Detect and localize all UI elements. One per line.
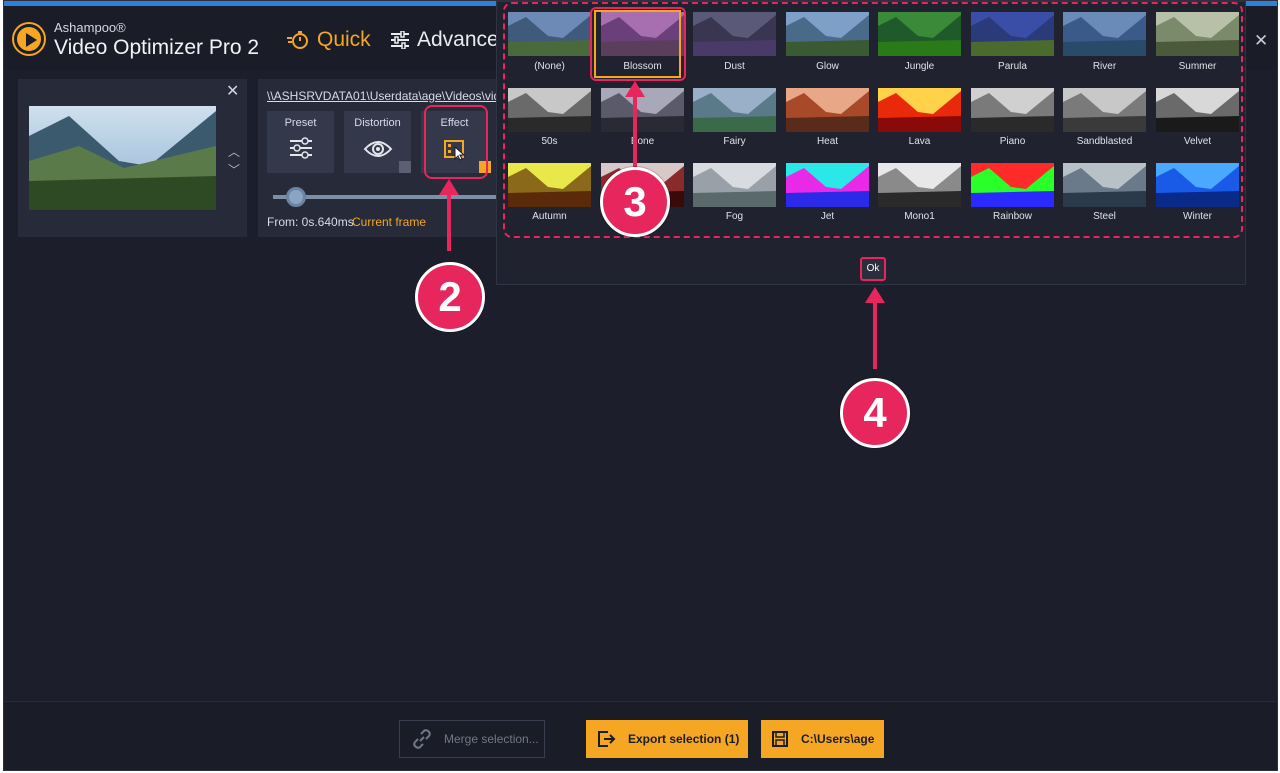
arrow-4-shaft bbox=[873, 299, 877, 369]
preset-sliders-icon bbox=[289, 137, 312, 159]
export-icon bbox=[598, 731, 616, 747]
effect-picker-popup: (None) Blossom Dust Glow Jungle Parula River Su… bbox=[496, 1, 1246, 285]
move-up-icon[interactable]: ︿ bbox=[228, 143, 240, 160]
arrow-3-shaft bbox=[633, 91, 637, 167]
current-frame-link[interactable]: Current frame bbox=[352, 215, 426, 229]
distortion-indicator bbox=[399, 161, 411, 173]
window-close-icon[interactable]: ✕ bbox=[1254, 31, 1268, 51]
app-window: Ashampoo® Video Optimizer Pro 2 Quick Ad… bbox=[3, 0, 1278, 771]
bottom-action-bar: Merge selection... Export selection (1) … bbox=[4, 701, 1277, 770]
sliders-icon bbox=[391, 31, 409, 49]
app-logo-icon bbox=[14, 24, 44, 54]
preset-label: Preset bbox=[284, 117, 317, 129]
arrow-3-head bbox=[625, 81, 645, 97]
distortion-button[interactable]: Distortion bbox=[344, 111, 411, 173]
video-thumbnail bbox=[29, 106, 216, 210]
arrow-4-head bbox=[865, 287, 885, 303]
output-folder-label: C:\Users\age bbox=[801, 732, 875, 746]
ok-button[interactable]: Ok bbox=[860, 257, 886, 281]
file-path-link[interactable]: \\ASHSRVDATA01\Userdata\age\Videos\vide bbox=[267, 89, 507, 103]
arrow-2-shaft bbox=[447, 191, 451, 251]
effect-button-annotation bbox=[424, 105, 488, 179]
video-item-card[interactable]: ✕ ︿ ﹀ bbox=[18, 79, 247, 237]
export-label: Export selection (1) bbox=[628, 732, 740, 746]
from-time-label: From: 0s.640ms bbox=[267, 215, 354, 229]
nav-advanced-label: Advance bbox=[417, 28, 499, 51]
link-icon bbox=[413, 729, 431, 749]
nav-advanced[interactable]: Advance bbox=[390, 28, 499, 52]
preset-button[interactable]: Preset bbox=[267, 111, 334, 173]
stopwatch-icon bbox=[287, 31, 308, 49]
arrow-2-head bbox=[439, 179, 459, 195]
timeline-slider-track[interactable] bbox=[273, 195, 518, 199]
move-down-icon[interactable]: ﹀ bbox=[228, 161, 240, 178]
step-marker-4: 4 bbox=[840, 378, 910, 448]
selected-effect-annotation bbox=[590, 7, 686, 81]
export-selection-button[interactable]: Export selection (1) bbox=[586, 720, 748, 758]
step-marker-3: 3 bbox=[600, 167, 670, 237]
app-title: Video Optimizer Pro 2 bbox=[54, 36, 260, 59]
brand-vendor: Ashampoo® bbox=[54, 20, 126, 35]
output-folder-button[interactable]: C:\Users\age bbox=[761, 720, 884, 758]
timeline-slider-handle[interactable] bbox=[286, 187, 306, 207]
step-marker-2: 2 bbox=[415, 262, 485, 332]
nav-quick[interactable]: Quick bbox=[286, 28, 371, 52]
remove-video-close-icon[interactable]: ✕ bbox=[226, 81, 239, 101]
nav-quick-label: Quick bbox=[317, 28, 371, 51]
merge-selection-button: Merge selection... bbox=[399, 720, 545, 758]
merge-label: Merge selection... bbox=[444, 732, 539, 746]
save-disk-icon bbox=[772, 731, 788, 747]
eye-icon bbox=[363, 141, 392, 157]
distortion-label: Distortion bbox=[354, 117, 401, 129]
